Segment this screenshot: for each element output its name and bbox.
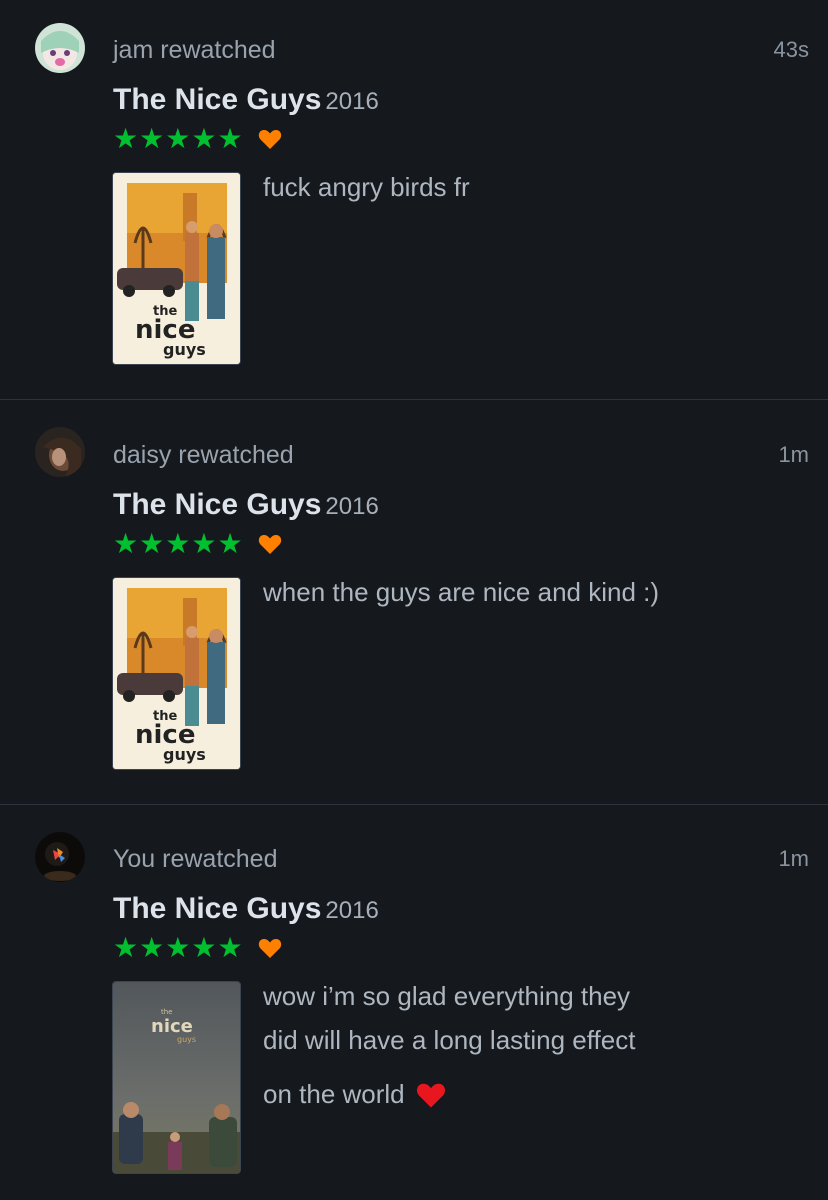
timestamp: 1m (778, 846, 809, 871)
star-icon: ★ (139, 528, 165, 559)
svg-text:the: the (161, 1008, 173, 1016)
activity-text[interactable]: daisy rewatched (113, 441, 294, 470)
rating-row: ★ ★ ★ ★ ★ (113, 934, 282, 962)
timestamp: 43s (773, 37, 809, 62)
activity-text[interactable]: jam rewatched (113, 36, 276, 65)
activity-entry-2[interactable]: daisy rewatched 1m The Nice Guys 2016 ★ ★ ★… (0, 404, 828, 808)
review-text[interactable]: when the guys are nice and kind :) (263, 570, 723, 614)
activity-entry-3[interactable]: You rewatched 1m The Nice Guys 2016 ★ ★ ★ ★ ★… (0, 808, 828, 1200)
star-icon: ★ (113, 528, 139, 559)
avatar-you[interactable] (35, 832, 85, 882)
film-poster[interactable]: the nice guys (112, 172, 241, 365)
film-title[interactable]: The Nice Guys (113, 83, 321, 116)
svg-text:guys: guys (177, 1035, 196, 1044)
star-icon: ★ (165, 528, 191, 559)
film-title[interactable]: The Nice Guys (113, 892, 321, 925)
rating-row: ★ ★ ★ ★ ★ (113, 530, 282, 558)
film-year[interactable]: 2016 (325, 88, 378, 115)
heart-icon (258, 534, 281, 554)
star-icon: ★ (139, 932, 165, 963)
star-icon: ★ (217, 932, 243, 963)
heart-icon (258, 938, 281, 958)
star-icon: ★ (139, 123, 165, 154)
avatar-jam[interactable] (35, 23, 85, 73)
star-icon: ★ (217, 123, 243, 154)
film-poster[interactable]: the nice guys (112, 981, 241, 1174)
film-title-row[interactable]: The Nice Guys 2016 (113, 892, 379, 926)
review-text[interactable]: wow i’m so glad everything they did will… (263, 974, 723, 1116)
divider (0, 804, 828, 805)
activity-text[interactable]: You rewatched (113, 845, 277, 874)
star-icon: ★ (217, 528, 243, 559)
red-heart-icon (416, 1083, 445, 1108)
review-text[interactable]: fuck angry birds fr (263, 165, 723, 209)
star-icon: ★ (113, 932, 139, 963)
star-icon: ★ (113, 123, 139, 154)
activity-entry-1[interactable]: jam rewatched 43s The Nice Guys 2016 ★ ★ ★ ★… (0, 0, 828, 404)
avatar-daisy[interactable] (35, 427, 85, 477)
svg-text:nice: nice (151, 1016, 193, 1037)
heart-icon (258, 129, 281, 149)
star-icon: ★ (191, 932, 217, 963)
star-icon: ★ (165, 123, 191, 154)
film-year[interactable]: 2016 (325, 897, 378, 924)
rating-row: ★ ★ ★ ★ ★ (113, 125, 282, 153)
film-year[interactable]: 2016 (325, 493, 378, 520)
star-icon: ★ (165, 932, 191, 963)
film-poster[interactable]: the nice guys (112, 577, 241, 770)
film-title-row[interactable]: The Nice Guys 2016 (113, 83, 379, 117)
svg-text:guys: guys (163, 745, 206, 764)
divider (0, 399, 828, 400)
star-icon: ★ (191, 528, 217, 559)
timestamp: 1m (778, 442, 809, 467)
star-icon: ★ (191, 123, 217, 154)
film-title[interactable]: The Nice Guys (113, 488, 321, 521)
svg-text:guys: guys (163, 340, 206, 359)
film-title-row[interactable]: The Nice Guys 2016 (113, 488, 379, 522)
